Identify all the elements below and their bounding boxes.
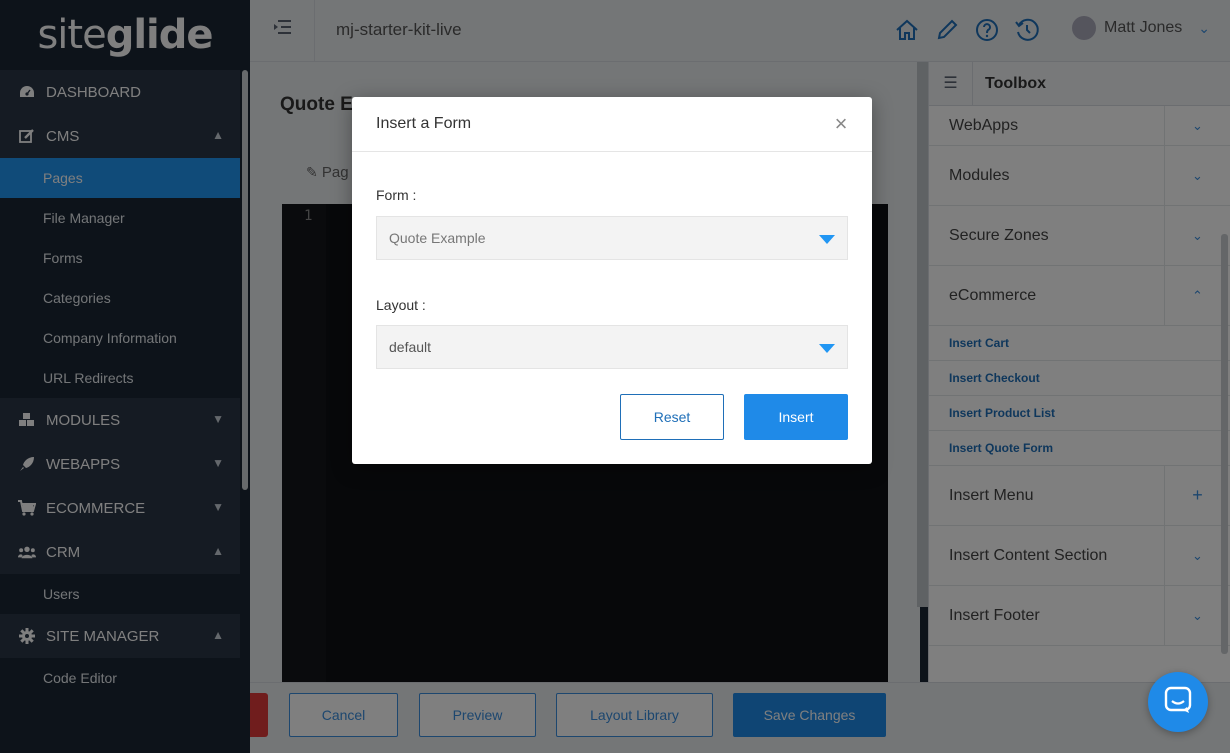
layout-select[interactable]: default <box>376 325 848 369</box>
chat-icon <box>1163 685 1193 720</box>
dialog-title: Insert a Form <box>376 115 472 132</box>
layout-label: Layout : <box>376 297 426 313</box>
form-select-value: Quote Example <box>389 230 486 246</box>
form-label: Form : <box>376 187 417 203</box>
caret-down-icon <box>819 344 835 353</box>
chat-launcher-button[interactable] <box>1148 672 1208 732</box>
layout-select-value: default <box>389 339 432 355</box>
insert-form-dialog: Insert a Form × Form : Quote Example Lay… <box>352 97 872 464</box>
dialog-header: Insert a Form × <box>352 97 872 152</box>
form-select[interactable]: Quote Example <box>376 216 848 260</box>
reset-button[interactable]: Reset <box>620 394 724 440</box>
caret-down-icon <box>819 235 835 244</box>
insert-button[interactable]: Insert <box>744 394 848 440</box>
close-icon[interactable]: × <box>830 113 852 135</box>
